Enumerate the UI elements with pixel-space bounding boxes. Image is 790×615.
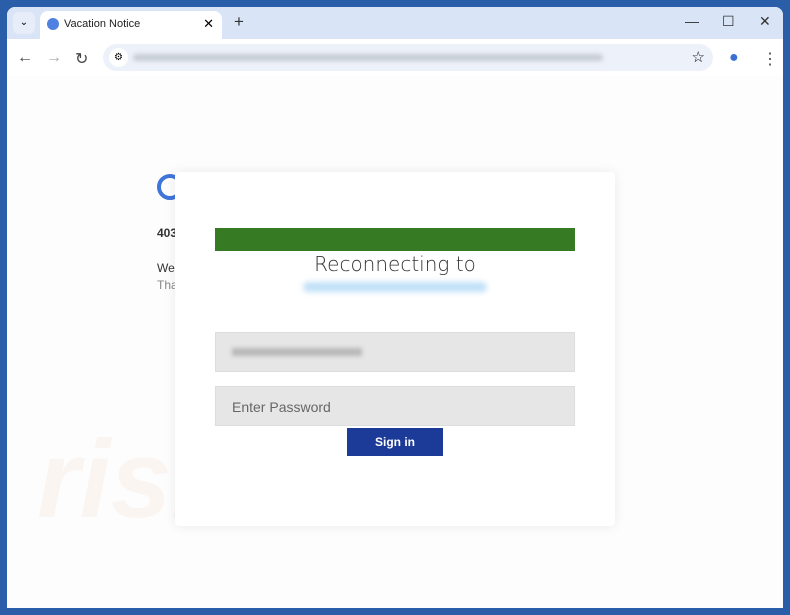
tab-search-button[interactable]: ⌄ [13,12,35,34]
profile-icon[interactable]: ● [729,49,739,67]
favicon-icon [47,18,59,30]
tab-vacation-notice[interactable]: Vacation Notice ✕ [40,11,222,39]
modal-heading: Reconnecting to [314,252,476,276]
minimize-icon[interactable]: — [685,13,699,29]
bg-text: We [157,261,175,275]
url-blurred [133,54,603,61]
menu-icon[interactable]: ⋮ [762,49,778,69]
page-content: risk.com 403 We Tha Reconnecting to Ente… [7,76,783,608]
reload-icon[interactable]: ↻ [75,49,88,69]
sign-in-button[interactable]: Sign in [347,428,443,456]
tab-bar: ⌄ Vacation Notice ✕ + — ☐ ✕ [7,7,783,39]
site-info-icon[interactable]: ⚙ [109,48,128,67]
login-modal: Reconnecting to Enter Password Sign in [175,172,615,526]
address-bar[interactable]: ⚙ ☆ [103,44,713,71]
forward-icon[interactable]: → [46,49,62,67]
domain-blurred [303,282,487,292]
close-icon[interactable]: ✕ [203,16,214,32]
back-icon[interactable]: ← [17,49,33,67]
toolbar: ← → ↻ ⚙ ☆ ● ⋮ [7,39,783,77]
maximize-icon[interactable]: ☐ [722,13,735,30]
email-field[interactable] [215,332,575,372]
tab-title: Vacation Notice [64,18,141,30]
star-icon[interactable]: ☆ [692,48,705,66]
browser-window: ⌄ Vacation Notice ✕ + — ☐ ✕ ← → ↻ ⚙ ☆ ● … [7,7,783,608]
header-bar [215,228,575,251]
close-window-icon[interactable]: ✕ [759,13,771,30]
plus-icon[interactable]: + [234,12,244,32]
password-field[interactable]: Enter Password [215,386,575,426]
